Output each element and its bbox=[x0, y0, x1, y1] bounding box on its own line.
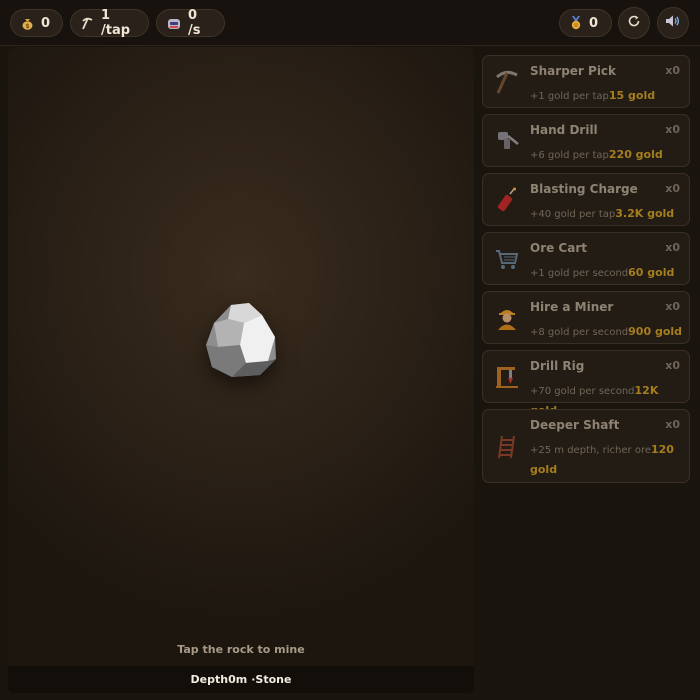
upgrade-price: 60 gold bbox=[628, 266, 675, 279]
upgrade-count: x0 bbox=[665, 182, 680, 195]
upgrade-price: 900 gold bbox=[628, 325, 683, 338]
upgrade-card-hire-a-miner[interactable]: Hire a Miner x0 +8 gold per second900 go… bbox=[482, 291, 690, 344]
upgrade-title: Blasting Charge bbox=[530, 182, 638, 196]
per-tap-counter: 1 /tap bbox=[70, 8, 149, 38]
upgrade-count: x0 bbox=[665, 64, 680, 77]
svg-text:$: $ bbox=[25, 23, 29, 30]
cart-icon bbox=[493, 245, 521, 273]
medal-icon bbox=[570, 16, 582, 30]
robot-icon bbox=[167, 17, 181, 30]
upgrade-card-deeper-shaft[interactable]: Deeper Shaft x0 +25 m depth, richer ore1… bbox=[482, 409, 690, 483]
upgrade-price: 3.2K gold bbox=[615, 207, 675, 220]
per-second-counter: 0 /s bbox=[156, 8, 225, 38]
ladder-icon bbox=[493, 433, 521, 461]
upgrade-count: x0 bbox=[665, 241, 680, 254]
money-bag-icon: $ bbox=[21, 17, 34, 30]
upgrade-price: 15 gold bbox=[608, 89, 656, 102]
mine-area[interactable]: Tap the rock to mine Depth 0m ·Stone bbox=[8, 47, 474, 693]
upgrade-card-sharper-pick[interactable]: Sharper Pick x0 +1 gold per tap15 gold bbox=[482, 55, 690, 108]
rock-icon bbox=[206, 303, 276, 377]
upgrade-count: x0 bbox=[665, 359, 680, 372]
medal-counter: 0 bbox=[559, 9, 612, 37]
per-tap-value: 1 /tap bbox=[101, 8, 131, 38]
dynamite-icon bbox=[493, 186, 521, 214]
upgrade-card-drill-rig[interactable]: Drill Rig x0 +70 gold per second12K gold bbox=[482, 350, 690, 417]
upgrade-description: +40 gold per tap3.2K gold bbox=[530, 207, 675, 220]
sound-toggle-button[interactable] bbox=[657, 7, 689, 39]
upgrade-card-hand-drill[interactable]: Hand Drill x0 +6 gold per tap220 gold bbox=[482, 114, 690, 167]
tap-hint: Tap the rock to mine bbox=[177, 643, 305, 656]
miner-icon bbox=[493, 304, 521, 332]
upgrade-title: Ore Cart bbox=[530, 241, 587, 255]
rock-button[interactable] bbox=[204, 301, 280, 381]
top-bar: $ 0 1 /tap 0 /s 0 bbox=[0, 0, 700, 46]
speaker-icon bbox=[665, 14, 681, 32]
upgrade-title: Drill Rig bbox=[530, 359, 585, 373]
upgrade-card-ore-cart[interactable]: Ore Cart x0 +1 gold per second60 gold bbox=[482, 232, 690, 285]
upgrade-description: +1 gold per second60 gold bbox=[530, 266, 675, 279]
upgrade-title: Hand Drill bbox=[530, 123, 598, 137]
pickaxe-icon bbox=[493, 68, 521, 96]
upgrade-title: Deeper Shaft bbox=[530, 418, 620, 432]
upgrade-title: Sharper Pick bbox=[530, 64, 617, 78]
drill-icon bbox=[493, 127, 521, 155]
drill-rig-icon bbox=[493, 363, 521, 391]
pickaxe-icon bbox=[81, 17, 94, 30]
upgrade-description: +25 m depth, richer ore120 gold bbox=[530, 443, 674, 476]
medal-value: 0 bbox=[589, 15, 599, 31]
upgrade-description: +8 gold per second900 gold bbox=[530, 325, 683, 338]
layer-name: ·Stone bbox=[251, 673, 292, 686]
upgrade-count: x0 bbox=[665, 123, 680, 136]
depth-value: 0m bbox=[228, 673, 248, 686]
upgrade-title: Hire a Miner bbox=[530, 300, 614, 314]
upgrade-count: x0 bbox=[665, 300, 680, 313]
upgrade-card-blasting-charge[interactable]: Blasting Charge x0 +40 gold per tap3.2K … bbox=[482, 173, 690, 226]
upgrade-count: x0 bbox=[665, 418, 680, 431]
upgrade-price: 220 gold bbox=[608, 148, 663, 161]
upgrade-description: +1 gold per tap15 gold bbox=[530, 89, 656, 102]
reset-button[interactable] bbox=[618, 7, 650, 39]
upgrade-description: +6 gold per tap220 gold bbox=[530, 148, 663, 161]
refresh-icon bbox=[627, 14, 641, 32]
depth-indicator: Depth 0m ·Stone bbox=[8, 666, 474, 693]
depth-label: Depth bbox=[190, 673, 229, 686]
per-second-value: 0 /s bbox=[188, 8, 201, 38]
gold-counter: $ 0 bbox=[10, 9, 63, 37]
gold-value: 0 bbox=[41, 15, 51, 31]
